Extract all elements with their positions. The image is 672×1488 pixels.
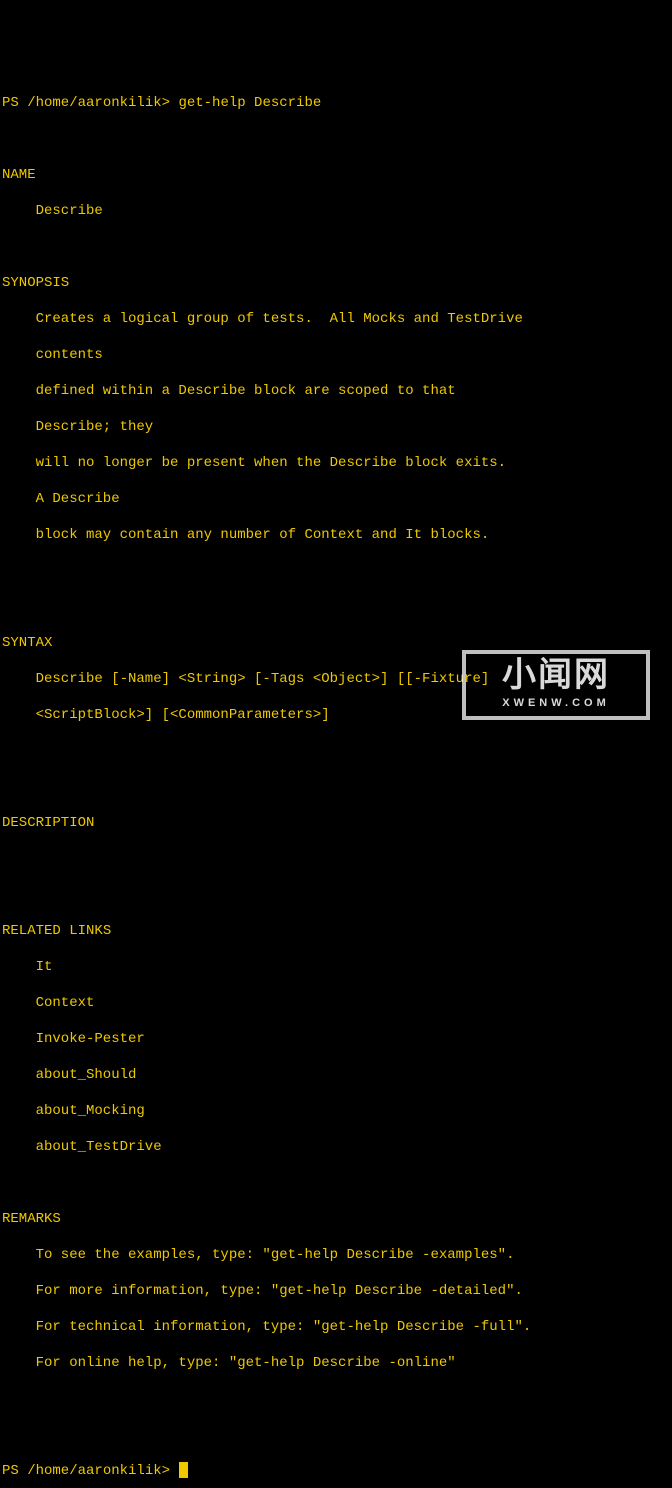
blank-line <box>2 130 670 148</box>
remarks-line: For online help, type: "get-help Describ… <box>2 1354 670 1372</box>
blank-line <box>2 238 670 256</box>
section-description-header: DESCRIPTION <box>2 814 670 832</box>
ps-prompt: PS /home/aaronkilik> <box>2 94 178 112</box>
blank-line <box>2 886 670 904</box>
related-link: about_Should <box>2 1066 670 1084</box>
related-link: Invoke-Pester <box>2 1030 670 1048</box>
section-remarks-header: REMARKS <box>2 1210 670 1228</box>
syntax-line: Describe [-Name] <String> [-Tags <Object… <box>2 670 670 688</box>
blank-line <box>2 598 670 616</box>
synopsis-line: A Describe <box>2 490 670 508</box>
blank-line <box>2 1174 670 1192</box>
related-link: Context <box>2 994 670 1012</box>
synopsis-line: will no longer be present when the Descr… <box>2 454 670 472</box>
cursor-block <box>179 1462 188 1478</box>
synopsis-line: Creates a logical group of tests. All Mo… <box>2 310 670 328</box>
section-syntax-header: SYNTAX <box>2 634 670 652</box>
blank-line <box>2 778 670 796</box>
synopsis-line: block may contain any number of Context … <box>2 526 670 544</box>
section-synopsis-header: SYNOPSIS <box>2 274 670 292</box>
ps-prompt: PS /home/aaronkilik> <box>2 1462 178 1480</box>
synopsis-line: defined within a Describe block are scop… <box>2 382 670 400</box>
remarks-line: For technical information, type: "get-he… <box>2 1318 670 1336</box>
remarks-line: For more information, type: "get-help De… <box>2 1282 670 1300</box>
synopsis-line: contents <box>2 346 670 364</box>
section-name-header: NAME <box>2 166 670 184</box>
blank-line <box>2 562 670 580</box>
terminal-output: PS /home/aaronkilik> get-help Describe N… <box>2 76 670 1488</box>
related-link: It <box>2 958 670 976</box>
typed-command: get-help Describe <box>178 94 321 112</box>
remarks-line: To see the examples, type: "get-help Des… <box>2 1246 670 1264</box>
prompt-line-2[interactable]: PS /home/aaronkilik> <box>2 1462 670 1480</box>
blank-line <box>2 1390 670 1408</box>
related-link: about_Mocking <box>2 1102 670 1120</box>
blank-line <box>2 1426 670 1444</box>
synopsis-line: Describe; they <box>2 418 670 436</box>
section-related-header: RELATED LINKS <box>2 922 670 940</box>
syntax-line: <ScriptBlock>] [<CommonParameters>] <box>2 706 670 724</box>
related-link: about_TestDrive <box>2 1138 670 1156</box>
prompt-line-1[interactable]: PS /home/aaronkilik> get-help Describe <box>2 94 670 112</box>
name-value: Describe <box>2 202 670 220</box>
blank-line <box>2 850 670 868</box>
blank-line <box>2 742 670 760</box>
